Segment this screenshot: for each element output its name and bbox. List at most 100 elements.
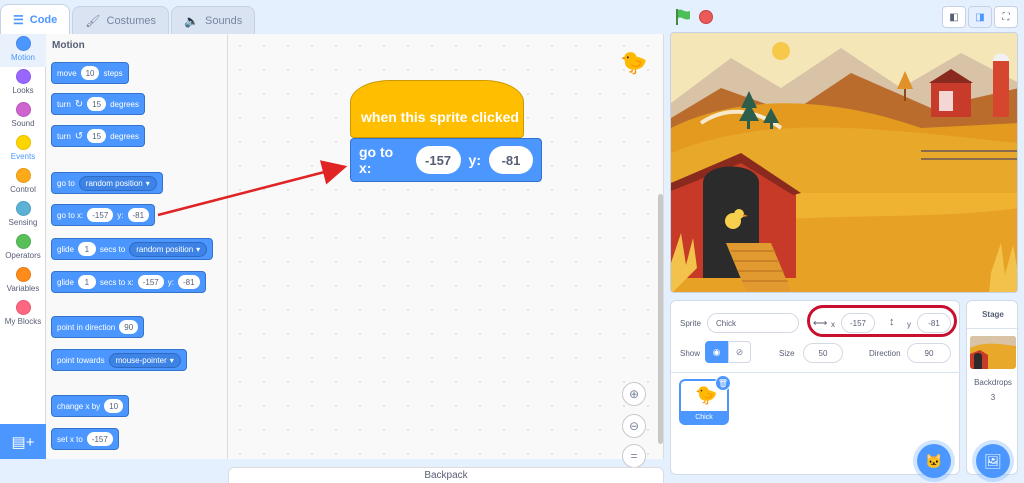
sprite-label: Sprite — [680, 319, 701, 328]
zoom-reset-button[interactable]: = — [622, 444, 646, 468]
rotate-clockwise-icon: ↻ — [74, 98, 84, 110]
stage-canvas[interactable] — [670, 32, 1018, 293]
block-input-x[interactable]: -157 — [87, 208, 114, 222]
category-variables[interactable]: Variables — [0, 265, 46, 298]
green-flag-button[interactable] — [674, 8, 692, 26]
tab-sounds[interactable]: 🔈 Sounds — [171, 6, 256, 34]
block-input[interactable]: 1 — [77, 242, 96, 256]
zoom-in-button[interactable]: ⊕ — [622, 382, 646, 406]
block-input[interactable]: 15 — [87, 97, 107, 111]
block-dropdown[interactable]: random position ▾ — [129, 241, 208, 257]
category-events[interactable]: Events — [0, 133, 46, 166]
block-input[interactable]: 10 — [80, 66, 100, 80]
y-arrows-icon: ↕ — [889, 316, 895, 328]
choose-sprite-button[interactable]: 🐱 — [917, 444, 951, 478]
set-x-block[interactable]: set x to -157 — [51, 428, 119, 450]
variables-dot-icon — [15, 267, 31, 282]
brush-icon: 🖌 — [85, 13, 101, 28]
block-input[interactable]: 1 — [77, 275, 96, 289]
block-dropdown[interactable]: mouse-pointer ▾ — [108, 352, 181, 368]
when-sprite-clicked-block[interactable]: when this sprite clicked — [350, 80, 524, 138]
go-to-xy-block[interactable]: go to x: -157 y: -81 — [51, 204, 156, 226]
block-input[interactable]: 15 — [87, 129, 107, 143]
category-operators[interactable]: Operators — [0, 232, 46, 265]
hat-block-text: when this sprite clicked — [361, 109, 519, 125]
y-position-field[interactable]: -81 — [917, 313, 951, 333]
block-input-y[interactable]: -81 — [177, 275, 200, 289]
block-text: go to x: — [57, 210, 84, 220]
code-area[interactable]: when this sprite clicked go to x: -157 y… — [228, 34, 664, 468]
turn-left-block[interactable]: turn ↺ 15 degrees — [51, 125, 146, 147]
block-text: degrees — [110, 131, 140, 141]
block-input-x[interactable]: -157 — [137, 275, 164, 289]
backdrops-label: Backdrops — [974, 378, 1012, 387]
glide-to-block[interactable]: glide 1 secs to random position ▾ — [51, 238, 214, 260]
small-stage-button[interactable]: ◧ — [942, 6, 966, 28]
stage-thumbnail[interactable] — [970, 336, 1016, 369]
script-input-y[interactable]: -81 — [489, 146, 533, 174]
script-input-x[interactable]: -157 — [415, 146, 461, 174]
block-input[interactable]: 90 — [119, 320, 139, 334]
trash-icon: 🗑 — [717, 378, 729, 388]
block-text: y: — [117, 210, 124, 220]
normal-stage-icon: ◨ — [975, 11, 985, 23]
stop-button[interactable] — [699, 10, 713, 24]
size-field[interactable]: 50 — [803, 343, 843, 363]
block-text: go to — [57, 178, 75, 188]
backpack-label: Backpack — [424, 470, 468, 481]
turn-right-block[interactable]: turn ↻ 15 degrees — [51, 93, 146, 115]
block-dropdown[interactable]: random position ▾ — [78, 175, 157, 191]
delete-sprite-button[interactable]: 🗑 — [715, 375, 731, 391]
x-position-field[interactable]: -157 — [841, 313, 875, 333]
dropdown-caret-icon: ▾ — [196, 244, 201, 254]
block-input[interactable]: 10 — [104, 399, 124, 413]
block-text: point in direction — [57, 322, 116, 332]
backpack[interactable]: Backpack — [228, 467, 664, 483]
zoom-out-button[interactable]: ⊖ — [622, 414, 646, 438]
block-text: y: — [468, 152, 481, 168]
go-to-block[interactable]: go to random position ▾ — [51, 172, 163, 194]
block-input-y[interactable]: -81 — [127, 208, 150, 222]
block-input[interactable]: -157 — [86, 432, 113, 446]
code-scrollbar[interactable] — [658, 194, 663, 444]
tab-costumes[interactable]: 🖌 Costumes — [72, 6, 170, 34]
image-add-icon: 🖼 — [984, 452, 1002, 469]
script-go-to-xy-block[interactable]: go to x: -157 y: -81 — [350, 138, 542, 182]
sensing-dot-icon — [15, 201, 31, 216]
point-towards-block[interactable]: point towards mouse-pointer ▾ — [51, 349, 187, 371]
fullscreen-button[interactable]: ⛶ — [994, 6, 1018, 28]
point-direction-block[interactable]: point in direction 90 — [51, 316, 145, 338]
dropdown-value: random position — [85, 178, 143, 188]
block-palette: Motion move 10 steps turn ↻ 15 degrees t… — [46, 34, 228, 459]
direction-field[interactable]: 90 — [907, 343, 951, 363]
equals-icon: = — [630, 449, 638, 463]
category-motion[interactable]: Motion — [0, 34, 46, 67]
move-steps-block[interactable]: move 10 steps — [51, 62, 129, 84]
category-my-blocks[interactable]: My Blocks — [0, 298, 46, 331]
backdrops-count: 3 — [990, 393, 996, 402]
category-sound[interactable]: Sound — [0, 100, 46, 133]
add-extension-button[interactable]: ▤+ — [0, 424, 46, 459]
choose-backdrop-button[interactable]: 🖼 — [976, 444, 1010, 478]
category-label: Sensing — [8, 218, 38, 227]
glide-xy-block[interactable]: glide 1 secs to x: -157 y: -81 — [51, 271, 206, 293]
change-x-block[interactable]: change x by 10 — [51, 395, 130, 417]
category-looks[interactable]: Looks — [0, 67, 46, 100]
block-text: move — [57, 68, 77, 78]
stage-pane[interactable]: Stage Backdrops 3 🖼 — [966, 300, 1019, 478]
events-dot-icon — [15, 135, 31, 150]
category-label: Motion — [10, 53, 35, 62]
category-sensing[interactable]: Sensing — [0, 199, 46, 232]
category-label: My Blocks — [4, 317, 42, 326]
tab-code[interactable]: ☰ Code — [0, 4, 71, 34]
category-control[interactable]: Control — [0, 166, 46, 199]
looks-dot-icon — [15, 69, 31, 84]
show-hidden-button[interactable]: ⊘ — [728, 341, 751, 363]
category-label: Looks — [12, 86, 34, 95]
normal-stage-button[interactable]: ◨ — [968, 6, 992, 28]
dropdown-value: mouse-pointer — [115, 355, 167, 365]
sprite-name-field[interactable]: Chick — [707, 313, 799, 333]
show-visible-button[interactable]: ◉ — [705, 341, 728, 363]
x-arrows-icon: ⟷ — [813, 318, 828, 329]
block-text: turn — [57, 131, 71, 141]
